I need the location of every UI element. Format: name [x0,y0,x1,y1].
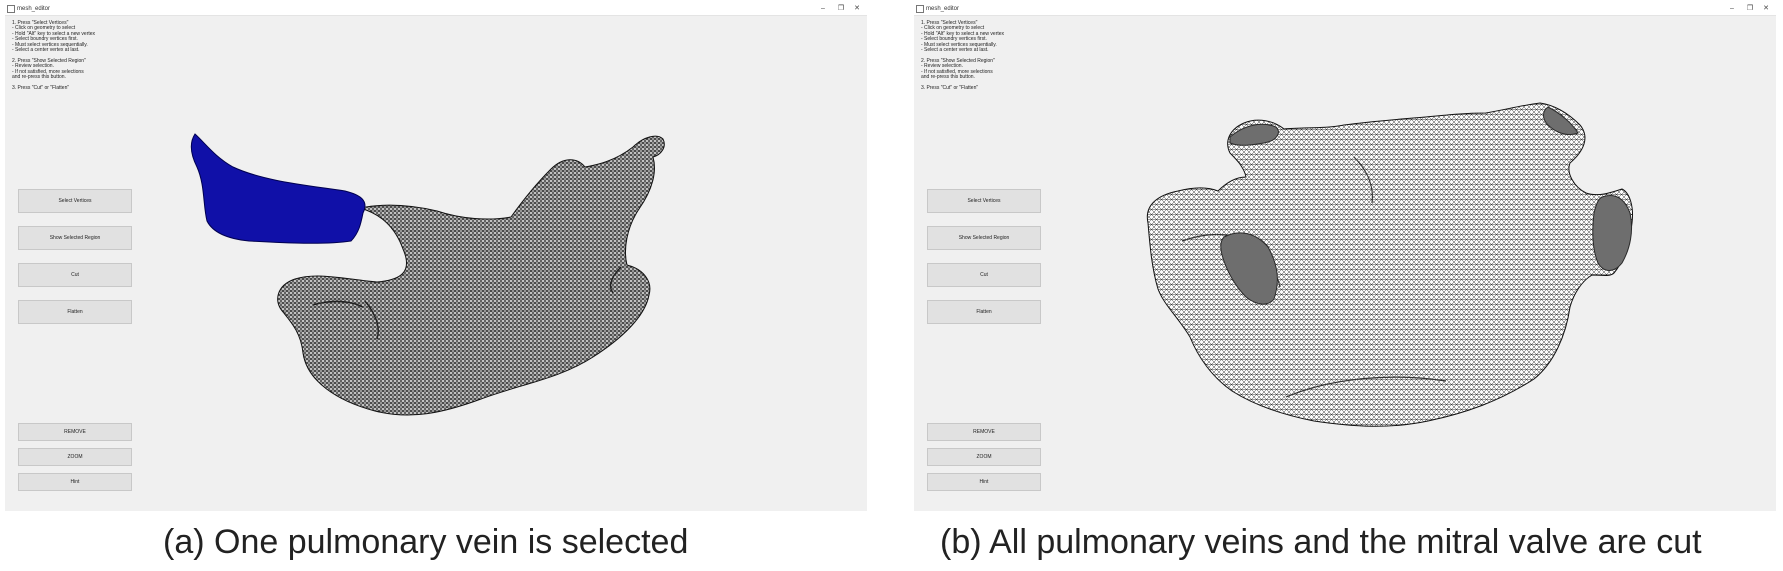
instruction-line: 3. Press "Cut" or "Flatten" [921,84,979,91]
restore-icon[interactable]: ❐ [833,3,849,14]
cut-button[interactable]: Cut [18,263,132,287]
window-title: mesh_editor [17,6,51,12]
hint-button[interactable]: Hint [18,473,132,491]
app-icon [916,5,924,13]
window-titlebar: mesh_editor – ❐ ✕ [5,3,867,16]
remove-button[interactable]: REMOVE [18,423,132,441]
close-icon[interactable]: ✕ [849,3,865,14]
mesh-surface[interactable] [277,135,665,416]
select-vertices-button[interactable]: Select Vertices [18,189,132,213]
app-icon [7,5,15,13]
instruction-line: 3. Press "Cut" or "Flatten" [12,84,70,91]
close-icon[interactable]: ✕ [1758,3,1774,14]
instructions-text: 1. Press "Select Vertices" - Click on ge… [12,20,162,91]
cut-opening-vein-4[interactable] [1592,195,1633,271]
restore-icon[interactable]: ❐ [1742,3,1758,14]
instructions-text: 1. Press "Select Vertices" - Click on ge… [921,20,1071,91]
mesh-editor-window-b: mesh_editor – ❐ ✕ 1. Press "Select Verti… [914,3,1776,511]
minimize-icon[interactable]: – [815,3,831,14]
figure-caption-a: (a) One pulmonary vein is selected [163,523,689,561]
remove-button[interactable]: REMOVE [927,423,1041,441]
flatten-button[interactable]: Flatten [927,300,1041,324]
mesh-surface[interactable] [1146,102,1633,427]
zoom-button[interactable]: ZOOM [18,448,132,466]
show-selected-region-button[interactable]: Show Selected Region [927,226,1041,250]
hint-button[interactable]: Hint [927,473,1041,491]
show-selected-region-button[interactable]: Show Selected Region [18,226,132,250]
window-titlebar: mesh_editor – ❐ ✕ [914,3,1776,16]
3d-viewport[interactable] [1054,17,1774,507]
select-vertices-button[interactable]: Select Vertices [927,189,1041,213]
minimize-icon[interactable]: – [1724,3,1740,14]
zoom-button[interactable]: ZOOM [927,448,1041,466]
selected-vein-region[interactable] [190,133,366,244]
flatten-button[interactable]: Flatten [18,300,132,324]
cut-button[interactable]: Cut [927,263,1041,287]
3d-viewport[interactable] [145,17,865,507]
figure-caption-b: (b) All pulmonary veins and the mitral v… [940,523,1702,561]
mesh-editor-window-a: mesh_editor – ❐ ✕ 1. Press "Select Verti… [5,3,867,511]
window-title: mesh_editor [926,6,960,12]
